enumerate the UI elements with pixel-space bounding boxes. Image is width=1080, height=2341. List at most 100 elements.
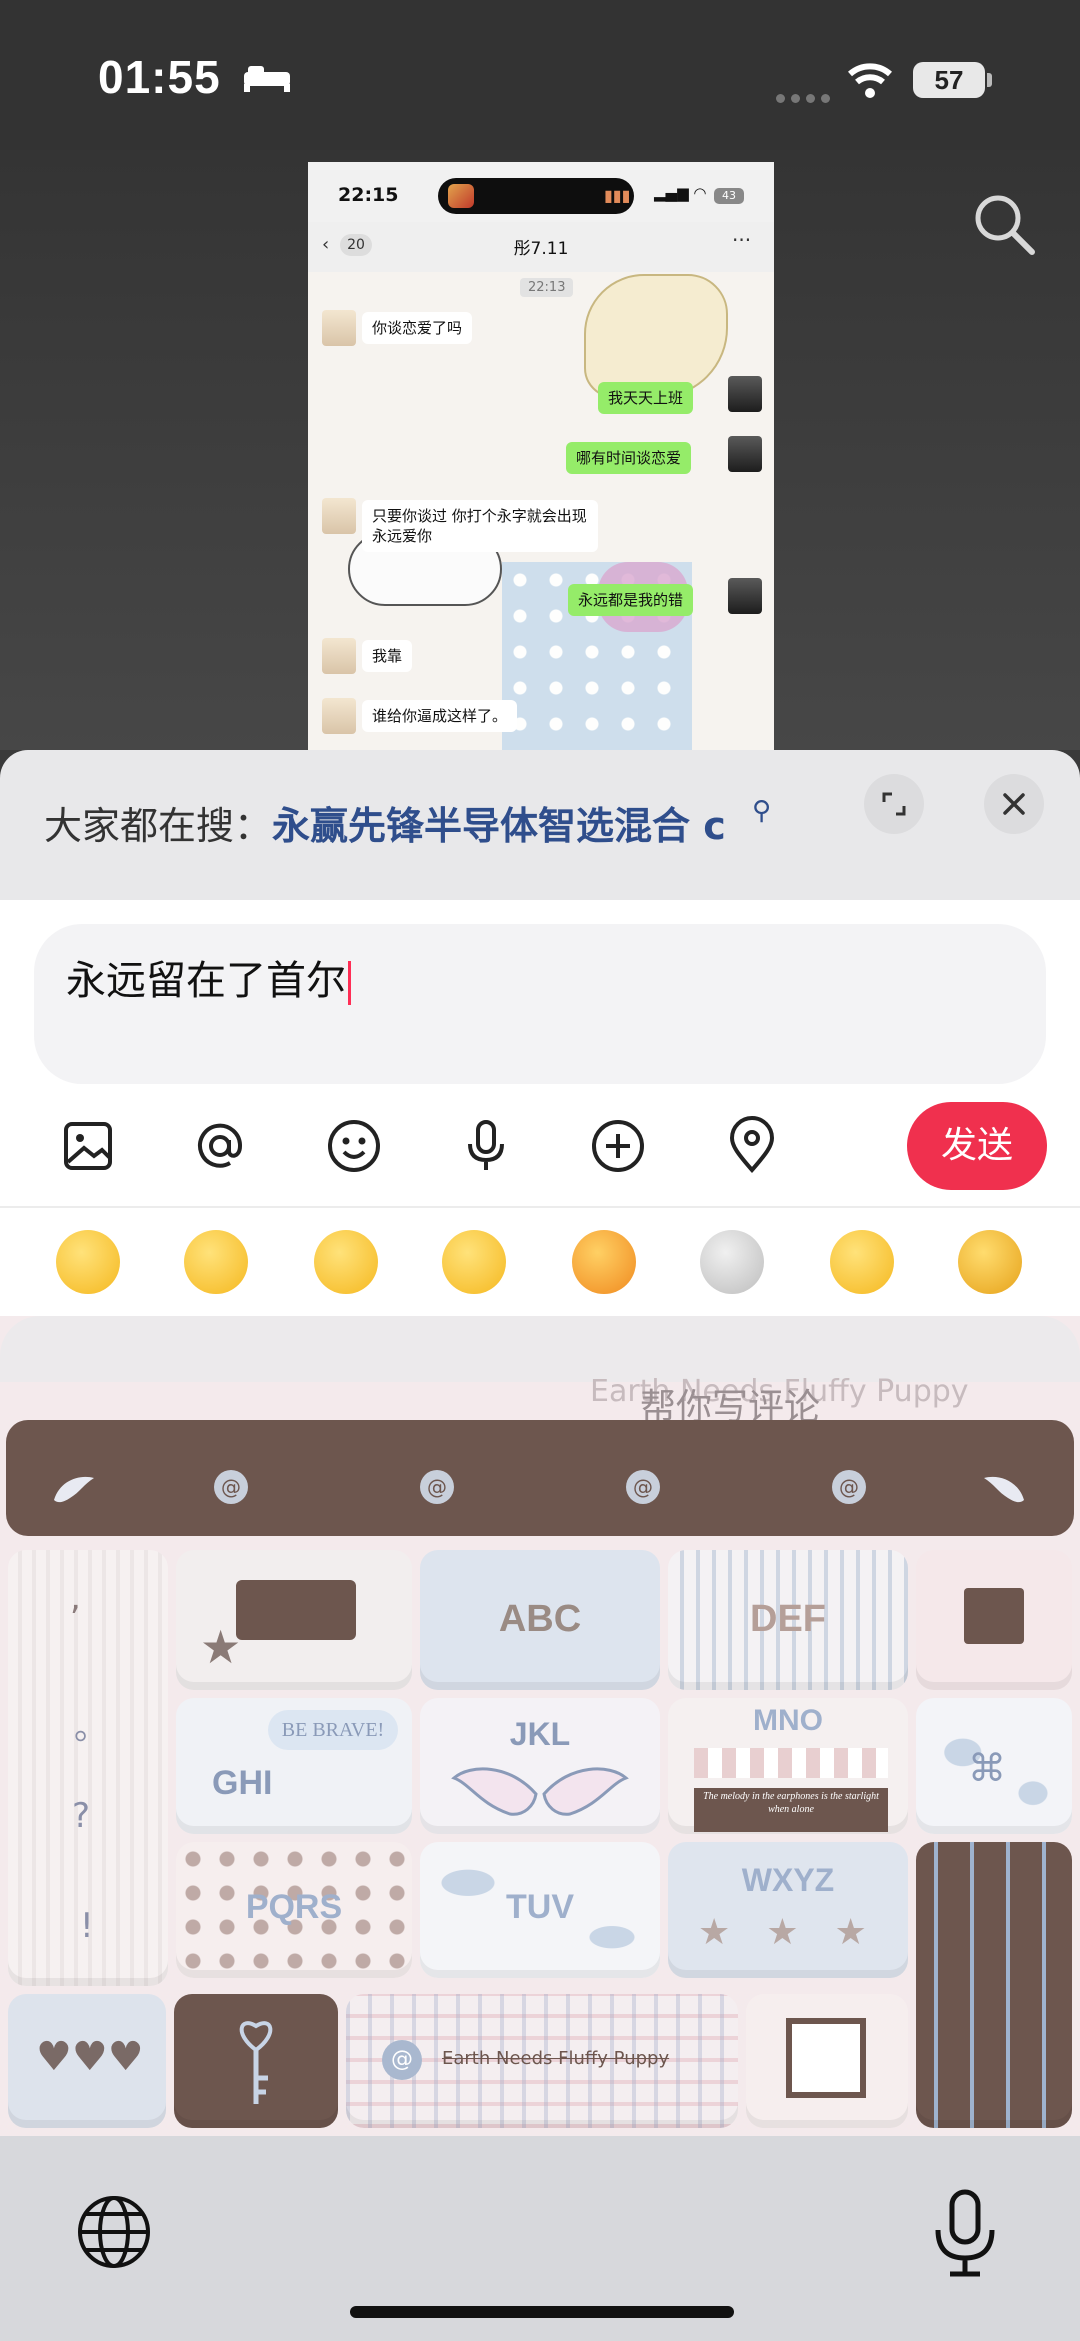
text-caret bbox=[348, 961, 351, 1005]
expand-button[interactable] bbox=[864, 774, 924, 834]
question-key[interactable]: ? bbox=[72, 1796, 90, 1836]
avatar bbox=[728, 376, 762, 412]
key-jkl[interactable]: JKL bbox=[420, 1698, 660, 1834]
wing-icon bbox=[984, 1476, 1024, 1503]
wifi-icon bbox=[848, 63, 892, 98]
cellular-signal-icon bbox=[776, 88, 836, 107]
key-mno[interactable]: MNO The melody in the earphones is the s… bbox=[668, 1698, 908, 1834]
star-icon: ★ bbox=[200, 1620, 242, 1674]
dictation-mic-icon[interactable] bbox=[930, 2188, 1000, 2278]
space-key[interactable]: @ Earth Needs Fluffy Puppy bbox=[346, 1994, 738, 2128]
preview-signal-icon: ▂▄▆ ◠ bbox=[654, 184, 707, 202]
status-time: 01:55 bbox=[98, 51, 221, 103]
at-sign-icon[interactable]: @ bbox=[626, 1470, 660, 1504]
heart-pattern bbox=[694, 1748, 888, 1778]
close-icon bbox=[1003, 793, 1025, 815]
rose-wink-emoji-icon[interactable] bbox=[184, 1230, 248, 1294]
paperclip-key[interactable]: ⌘ bbox=[916, 1698, 1072, 1834]
crying-face-emoji-icon[interactable] bbox=[830, 1230, 894, 1294]
key-wxyz[interactable]: WXYZ ★★★ bbox=[668, 1842, 908, 1978]
key-def[interactable]: DEF bbox=[668, 1550, 908, 1690]
chat-bubble: 永远都是我的错 bbox=[568, 584, 694, 616]
comma-key[interactable]: , bbox=[70, 1578, 81, 1618]
music-artwork-icon bbox=[448, 184, 474, 208]
angel-wings-icon bbox=[451, 1767, 629, 1816]
key-label: GHI bbox=[212, 1764, 273, 1802]
hot-search-label: 大家都在搜： bbox=[44, 804, 273, 848]
sticker-key[interactable]: ★ bbox=[176, 1550, 412, 1690]
battery-indicator: 57 bbox=[913, 62, 985, 98]
home-indicator[interactable] bbox=[350, 2306, 734, 2318]
add-icon[interactable] bbox=[588, 1116, 648, 1176]
image-icon[interactable] bbox=[58, 1116, 118, 1176]
emoji-icon[interactable] bbox=[324, 1116, 384, 1176]
wing-icon bbox=[54, 1476, 94, 1503]
location-icon[interactable] bbox=[722, 1116, 782, 1176]
heart-eyes-emoji-icon[interactable] bbox=[572, 1230, 636, 1294]
symbol-key[interactable] bbox=[174, 1994, 338, 2128]
keyboard-top-strip bbox=[0, 1316, 1080, 1382]
at-sign-icon: @ bbox=[382, 2040, 422, 2080]
exclamation-key[interactable]: ! bbox=[80, 1906, 94, 1946]
emoji-switch-key[interactable]: ♥♥♥ bbox=[8, 1994, 166, 2128]
preview-timestamp: 22:13 bbox=[520, 278, 574, 297]
quick-emoji-row bbox=[0, 1208, 1080, 1316]
voice-icon[interactable] bbox=[456, 1116, 516, 1176]
preview-battery: 43 bbox=[714, 188, 744, 204]
chat-bubble: 我天天上班 bbox=[598, 382, 694, 414]
avatar bbox=[322, 698, 356, 734]
key-abc[interactable]: ABC bbox=[420, 1550, 660, 1690]
more-icon: ··· bbox=[732, 228, 752, 252]
globe-icon[interactable] bbox=[76, 2194, 152, 2270]
paperclip-icon: ⌘ bbox=[968, 1746, 1006, 1790]
chat-bubble: 谁给你逼成这样了。 bbox=[362, 700, 518, 732]
mention-icon[interactable] bbox=[190, 1116, 250, 1176]
avatar bbox=[728, 436, 762, 472]
sleep-focus-icon bbox=[244, 66, 290, 92]
frame-icon bbox=[786, 2018, 866, 2098]
delete-icon bbox=[964, 1588, 1024, 1644]
photo-frame-key[interactable] bbox=[746, 1994, 908, 2128]
sticker-card bbox=[236, 1580, 356, 1640]
avatar bbox=[322, 498, 356, 534]
kissing-heart-emoji-icon[interactable] bbox=[314, 1230, 378, 1294]
period-key[interactable]: 。 bbox=[74, 1700, 108, 1749]
smirk-emoji-icon[interactable] bbox=[442, 1230, 506, 1294]
keyboard-toolbar bbox=[6, 1420, 1074, 1536]
avatar bbox=[728, 578, 762, 614]
hot-search-query[interactable]: 永赢先锋半导体智选混合 c bbox=[272, 795, 726, 850]
stars-decoration: ★★★ bbox=[698, 1912, 903, 1953]
delete-key[interactable] bbox=[916, 1550, 1072, 1690]
audio-wave-icon: ▮▮▮ bbox=[604, 186, 631, 205]
pleading-face-emoji-icon[interactable] bbox=[56, 1230, 120, 1294]
chat-bubble: 只要你谈过 你打个永字就会出现永远爱你 bbox=[362, 500, 598, 552]
expand-icon bbox=[882, 792, 906, 816]
at-sign-icon[interactable]: @ bbox=[214, 1470, 248, 1504]
key-tuv[interactable]: TUV bbox=[420, 1842, 660, 1978]
at-sign-icon[interactable]: @ bbox=[420, 1470, 454, 1504]
shocked-face-emoji-icon[interactable] bbox=[700, 1230, 764, 1294]
close-button[interactable] bbox=[984, 774, 1044, 834]
search-icon[interactable] bbox=[970, 190, 1038, 258]
space-label: Earth Needs Fluffy Puppy bbox=[442, 2048, 670, 2069]
headphones-face-emoji-icon[interactable] bbox=[958, 1230, 1022, 1294]
chat-bubble: 我靠 bbox=[362, 640, 413, 672]
heart-key-icon bbox=[239, 2021, 273, 2104]
send-button[interactable]: 发送 bbox=[907, 1102, 1047, 1190]
chat-screenshot-preview[interactable]: 22:15 ▮▮▮ ▂▄▆ ◠ 43 ‹ 20 彤7.11 ··· 22:13 … bbox=[308, 162, 774, 750]
sticker-label: BE BRAVE! bbox=[268, 1710, 398, 1750]
avatar bbox=[322, 638, 356, 674]
hearts-icon: ♥♥♥ bbox=[36, 2034, 144, 2080]
at-sign-icon[interactable]: @ bbox=[832, 1470, 866, 1504]
chat-bubble: 哪有时间谈恋爱 bbox=[566, 442, 692, 474]
key-pqrs[interactable]: PQRS bbox=[176, 1842, 412, 1978]
search-icon[interactable]: ⚲ bbox=[752, 796, 771, 826]
sticker-label: The melody in the earphones is the starl… bbox=[694, 1788, 888, 1832]
enter-key[interactable] bbox=[916, 1842, 1072, 2128]
key-ghi[interactable]: BE BRAVE! GHI bbox=[176, 1698, 412, 1834]
chat-bubble: 你谈恋爱了吗 bbox=[362, 312, 473, 344]
preview-chat-title: 彤7.11 bbox=[513, 239, 569, 259]
comment-input-text[interactable]: 永远留在了首尔 bbox=[66, 948, 351, 1006]
preview-time: 22:15 bbox=[338, 184, 399, 206]
avatar bbox=[322, 310, 356, 346]
